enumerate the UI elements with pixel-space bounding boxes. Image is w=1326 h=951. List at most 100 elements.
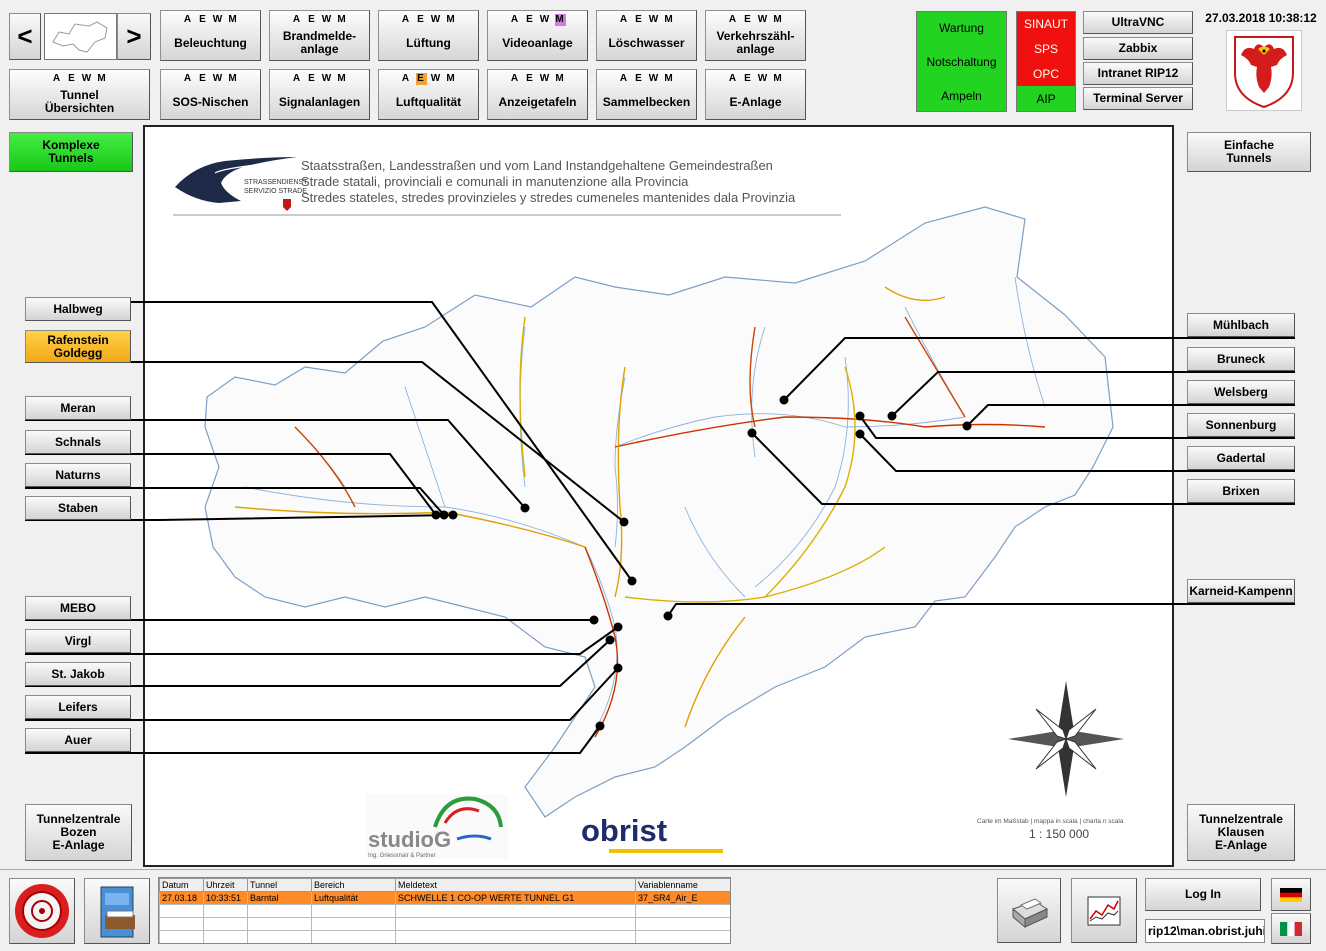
aewm-letter: A: [619, 73, 629, 84]
alarm-cell: 10:33:51: [203, 891, 248, 905]
tool-button-zabbix[interactable]: Zabbix: [1083, 37, 1193, 60]
wartung-indicator[interactable]: Wartung: [917, 20, 1006, 36]
logged-in-user: rip12\man.obrist.juhi: [1145, 919, 1265, 943]
system-label: SOS-Nischen: [172, 94, 249, 109]
tunnel-button-sonnenburg[interactable]: Sonnenburg: [1187, 413, 1295, 437]
complex-tunnels-button[interactable]: Komplexe Tunnels: [9, 132, 133, 172]
alarm-column-header[interactable]: Variablenname: [635, 878, 730, 892]
system-row1-0-button[interactable]: A E W M Beleuchtung: [160, 10, 261, 61]
obrist-logo-text: obrist: [581, 813, 667, 848]
tunnel-button-rafenstein-goldegg[interactable]: Rafenstein Goldegg: [25, 330, 131, 363]
control-center-bozen-button[interactable]: Tunnelzentrale Bozen E-Anlage: [25, 804, 132, 861]
alarm-cell: [247, 917, 312, 931]
alarm-cell: [395, 930, 636, 943]
system-row1-5-button[interactable]: A E W M Verkehrszähl- anlage: [705, 10, 806, 61]
alarm-row[interactable]: 27.03.18 10:33:51 Barntal Luftqualität SCHWE…: [159, 891, 730, 905]
tunnel-button-bruneck[interactable]: Bruneck: [1187, 347, 1295, 371]
region-thumbnail[interactable]: [44, 13, 117, 60]
notschaltung-indicator[interactable]: Notschaltung: [917, 54, 1006, 70]
aewm-letter: E: [199, 14, 207, 25]
sps-indicator[interactable]: SPS: [1017, 36, 1075, 61]
archive-button[interactable]: [84, 878, 150, 944]
opc-indicator[interactable]: OPC: [1017, 61, 1075, 86]
alarm-row[interactable]: [159, 917, 730, 931]
tunnel-button-staben[interactable]: Staben: [25, 496, 131, 520]
tunnel-button-virgl[interactable]: Virgl: [25, 629, 131, 653]
system-row2-1-button[interactable]: A E W M SOS-Nischen: [160, 69, 261, 120]
system-row1-3-button[interactable]: A E W M Videoanlage: [487, 10, 588, 61]
system-row1-1-button[interactable]: A E W M Brandmelde- anlage: [269, 10, 370, 61]
aewm-letter: E: [526, 73, 534, 84]
ampeln-indicator[interactable]: Ampeln: [917, 88, 1006, 104]
alarm-column-header[interactable]: Tunnel: [247, 878, 312, 892]
aewm-letter: W: [321, 14, 333, 25]
tunnel-button-st-jakob[interactable]: St. Jakob: [25, 662, 131, 686]
tunnel-button-brixen[interactable]: Brixen: [1187, 479, 1295, 503]
alarm-column-header[interactable]: Uhrzeit: [203, 878, 248, 892]
aewm-letter: W: [321, 73, 333, 84]
tunnel-button-gadertal[interactable]: Gadertal: [1187, 446, 1295, 470]
alarm-cell: [159, 904, 204, 918]
simple-tunnels-button[interactable]: Einfache Tunnels: [1187, 132, 1311, 172]
tunnel-button-naturns[interactable]: Naturns: [25, 463, 131, 487]
aewm-status-row: AEWM: [379, 73, 478, 85]
trend-chart-button[interactable]: [1071, 878, 1137, 943]
tunnel-button-meran[interactable]: Meran: [25, 396, 131, 420]
alarm-column-header[interactable]: Meldetext: [395, 878, 636, 892]
tool-button-terminal-server[interactable]: Terminal Server: [1083, 87, 1193, 110]
system-row2-0-button[interactable]: A E W M Tunnel Übersichten: [9, 69, 150, 120]
system-row2-2-button[interactable]: A E W M Signalanlagen: [269, 69, 370, 120]
studio-g-logo: studioG Ing. Griessmair & Partner: [366, 795, 508, 859]
aip-indicator[interactable]: AIP: [1017, 86, 1075, 111]
alarm-row[interactable]: [159, 930, 730, 943]
tunnel-button-mebo[interactable]: MEBO: [25, 596, 131, 620]
system-row2-5-button[interactable]: A E W M Sammelbecken: [596, 69, 697, 120]
aewm-letter: E: [417, 14, 425, 25]
prev-button[interactable]: <: [9, 13, 41, 60]
trend-chart-icon: [1087, 896, 1121, 925]
next-button[interactable]: >: [117, 13, 151, 60]
alarm-horn-icon: [15, 884, 69, 938]
alarm-horn-button[interactable]: [9, 878, 75, 944]
tunnel-button-welsberg[interactable]: Welsberg: [1187, 380, 1295, 404]
aewm-letter: A: [510, 73, 520, 84]
control-center-klausen-button[interactable]: Tunnelzentrale Klausen E-Anlage: [1187, 804, 1295, 861]
system-label: Tunnel Übersichten: [44, 88, 115, 115]
alarm-column-header[interactable]: Bereich: [311, 878, 396, 892]
system-row1-2-button[interactable]: A E W M Lüftung: [378, 10, 479, 61]
system-row2-6-button[interactable]: A E W M E-Anlage: [705, 69, 806, 120]
tunnel-button-karneid-kampenn[interactable]: Karneid-Kampenn: [1187, 579, 1295, 603]
language-de-button[interactable]: [1271, 878, 1311, 911]
studio-logo-subtext: Ing. Griessmair & Partner: [368, 853, 436, 859]
alarm-cell: [395, 904, 636, 918]
system-row1-4-button[interactable]: A E W M Löschwasser: [596, 10, 697, 61]
aewm-letter: M: [555, 73, 565, 84]
print-button[interactable]: [997, 878, 1061, 943]
tool-button-ultravnc[interactable]: UltraVNC: [1083, 11, 1193, 34]
system-row2-3-button[interactable]: A E W M Luftqualität: [378, 69, 479, 120]
aewm-letter: E: [635, 73, 643, 84]
alarm-column-header[interactable]: Datum: [159, 878, 204, 892]
aewm-letter: W: [212, 14, 224, 25]
aewm-letter: W: [648, 14, 660, 25]
system-label: E-Anlage: [729, 94, 782, 109]
aewm-letter: W: [212, 73, 224, 84]
aewm-letter: A: [510, 14, 520, 25]
tunnel-button-halbweg[interactable]: Halbweg: [25, 297, 131, 321]
system-row2-4-button[interactable]: A E W M Anzeigetafeln: [487, 69, 588, 120]
sinaut-indicator[interactable]: SINAUT: [1017, 12, 1075, 36]
alarm-cell: Luftqualität: [311, 891, 396, 905]
aewm-letter: E: [68, 73, 76, 84]
aewm-letter: A: [401, 73, 411, 84]
tunnel-button-m-hlbach[interactable]: Mühlbach: [1187, 313, 1295, 337]
alarm-row[interactable]: [159, 904, 730, 918]
aewm-letter: W: [648, 73, 660, 84]
language-it-button[interactable]: [1271, 913, 1311, 944]
tunnel-button-leifers[interactable]: Leifers: [25, 695, 131, 719]
login-button[interactable]: Log In: [1145, 878, 1261, 911]
aewm-letter: E: [635, 14, 643, 25]
alarm-cell: [203, 904, 248, 918]
tunnel-button-auer[interactable]: Auer: [25, 728, 131, 752]
tunnel-button-schnals[interactable]: Schnals: [25, 430, 131, 454]
tool-button-intranet-rip12[interactable]: Intranet RIP12: [1083, 62, 1193, 85]
